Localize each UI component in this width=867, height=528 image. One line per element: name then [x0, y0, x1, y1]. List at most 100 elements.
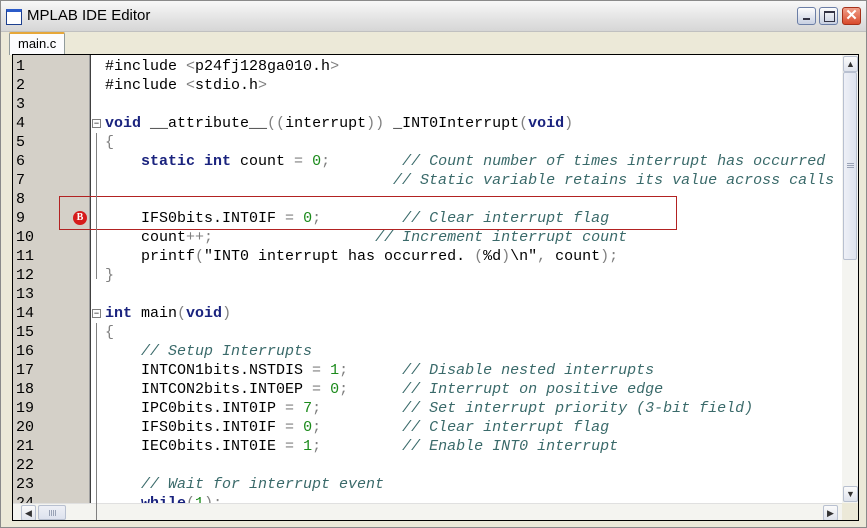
line-code: // Wait for interrupt event [105, 475, 384, 494]
operator-token: ; [312, 419, 322, 436]
code-line[interactable]: 4 void __attribute__((interrupt)) _INT0In… [13, 114, 842, 133]
line-number[interactable]: 7 [16, 171, 25, 190]
line-number[interactable]: 10 [16, 228, 34, 247]
horizontal-scroll-thumb[interactable] [38, 505, 66, 520]
collapse-icon[interactable]: − [92, 309, 101, 318]
scroll-up-button[interactable]: ▲ [843, 56, 858, 72]
code-line[interactable]: 21 IEC0bits.INT0IE = 1; // Enable INT0 i… [13, 437, 842, 456]
code-line[interactable]: 7 // Static variable retains its value a… [13, 171, 842, 190]
code-line[interactable]: 10 count++; // Increment interrupt count [13, 228, 842, 247]
comment-token: // Interrupt on positive edge [402, 381, 664, 398]
line-code: IEC0bits.INT0IE = 1; // Enable INT0 inte… [105, 437, 618, 456]
window-icon [6, 9, 22, 25]
code-token: __attribute__ [141, 115, 268, 132]
comment-token: // Increment interrupt count [375, 229, 628, 246]
line-number[interactable]: 12 [16, 266, 34, 285]
scroll-down-button[interactable]: ▼ [843, 486, 858, 502]
title-bar[interactable]: MPLAB IDE Editor ✕ [1, 1, 866, 32]
line-number[interactable]: 24 [16, 494, 34, 503]
line-code: #include <stdio.h> [105, 76, 267, 95]
code-editor[interactable]: 1 #include <p24fj128ga010.h> 2 #include <st… [12, 54, 859, 521]
number-token: 1 [195, 495, 204, 503]
line-number[interactable]: 21 [16, 437, 34, 456]
line-number[interactable]: 4 [16, 114, 25, 133]
line-number[interactable]: 6 [16, 152, 25, 171]
line-number[interactable]: 3 [16, 95, 25, 114]
code-line[interactable]: 2 #include <stdio.h> [13, 76, 842, 95]
line-number[interactable]: 13 [16, 285, 34, 304]
line-number[interactable]: 8 [16, 190, 25, 209]
line-number[interactable]: 16 [16, 342, 34, 361]
line-number[interactable]: 2 [16, 76, 25, 95]
code-line[interactable]: 24 while(1); [13, 494, 842, 503]
line-number[interactable]: 22 [16, 456, 34, 475]
code-line[interactable]: 1 #include <p24fj128ga010.h> [13, 57, 842, 76]
code-line[interactable]: 18 INTCON2bits.INT0EP = 0; // Interrupt … [13, 380, 842, 399]
maximize-button[interactable] [819, 7, 838, 25]
scroll-left-button[interactable]: ◀ [21, 505, 36, 520]
minimize-button[interactable] [797, 7, 816, 25]
grip-line [51, 510, 52, 516]
operator-token: ) [501, 248, 511, 265]
line-number[interactable]: 20 [16, 418, 34, 437]
vertical-scroll-thumb[interactable] [843, 72, 857, 260]
code-token: #include [105, 58, 187, 75]
code-line[interactable]: 11 printf("INT0 interrupt has occurred. … [13, 247, 842, 266]
code-line[interactable]: 14 int main(void) [13, 304, 842, 323]
code-line[interactable]: 15 { [13, 323, 842, 342]
line-number[interactable]: 5 [16, 133, 25, 152]
code-line[interactable]: 17 INTCON1bits.NSTDIS = 1; // Disable ne… [13, 361, 842, 380]
line-number[interactable]: 18 [16, 380, 34, 399]
line-number[interactable]: 19 [16, 399, 34, 418]
line-number[interactable]: 9 [16, 209, 25, 228]
code-line[interactable]: 19 IPC0bits.INT0IP = 7; // Set interrupt… [13, 399, 842, 418]
code-line[interactable]: 8 [13, 190, 842, 209]
code-line[interactable]: 5{ [13, 133, 842, 152]
comment-token: // Static variable retains its value acr… [393, 172, 835, 189]
code-line[interactable]: 22 [13, 456, 842, 475]
collapse-icon[interactable]: − [92, 119, 101, 128]
line-code: int main(void) [105, 304, 231, 323]
line-number[interactable]: 11 [16, 247, 34, 266]
vertical-scrollbar[interactable]: ▲ ▼ [842, 55, 858, 503]
code-token: \n" [510, 248, 538, 265]
code-line[interactable]: 13 [13, 285, 842, 304]
code-token: count [105, 229, 187, 246]
comment-token: // Disable nested interrupts [402, 362, 655, 379]
breakpoint-icon[interactable]: B [73, 211, 87, 225]
code-area[interactable]: 1 #include <p24fj128ga010.h> 2 #include <st… [13, 55, 842, 503]
code-line[interactable]: 12} [13, 266, 842, 285]
close-button[interactable]: ✕ [842, 7, 861, 25]
line-code: IFS0bits.INT0IF = 0; // Clear interrupt … [105, 418, 609, 437]
line-number[interactable]: 23 [16, 475, 34, 494]
horizontal-scrollbar[interactable]: ◀ ▶ [13, 503, 842, 520]
line-code: INTCON2bits.INT0EP = 0; // Interrupt on … [105, 380, 663, 399]
code-line[interactable]: 6 static int count = 0; // Count number … [13, 152, 842, 171]
code-line[interactable]: 9 IFS0bits.INT0IF = 0; // Clear interrup… [13, 209, 842, 228]
editor-window: MPLAB IDE Editor ✕ main.c 1 #include <p24… [0, 0, 867, 528]
operator-token: ++; [186, 229, 214, 246]
code-token: interrupt [285, 115, 367, 132]
line-number[interactable]: 14 [16, 304, 34, 323]
line-number[interactable]: 1 [16, 57, 25, 76]
code-line[interactable]: 3 [13, 95, 842, 114]
maximize-icon [824, 11, 835, 22]
code-line[interactable]: 16 // Setup Interrupts [13, 342, 842, 361]
scroll-right-button[interactable]: ▶ [823, 505, 838, 520]
line-number[interactable]: 17 [16, 361, 34, 380]
operator-token: ); [204, 495, 222, 503]
code-line[interactable]: 23 // Wait for interrupt event [13, 475, 842, 494]
code-line[interactable]: 20 IFS0bits.INT0IF = 0; // Clear interru… [13, 418, 842, 437]
line-number[interactable]: 15 [16, 323, 34, 342]
operator-token: ) [222, 305, 232, 322]
tab-main-c[interactable]: main.c [9, 32, 66, 55]
scrollbar-corner [842, 503, 858, 520]
comment-token: // Clear interrupt flag [402, 419, 610, 436]
